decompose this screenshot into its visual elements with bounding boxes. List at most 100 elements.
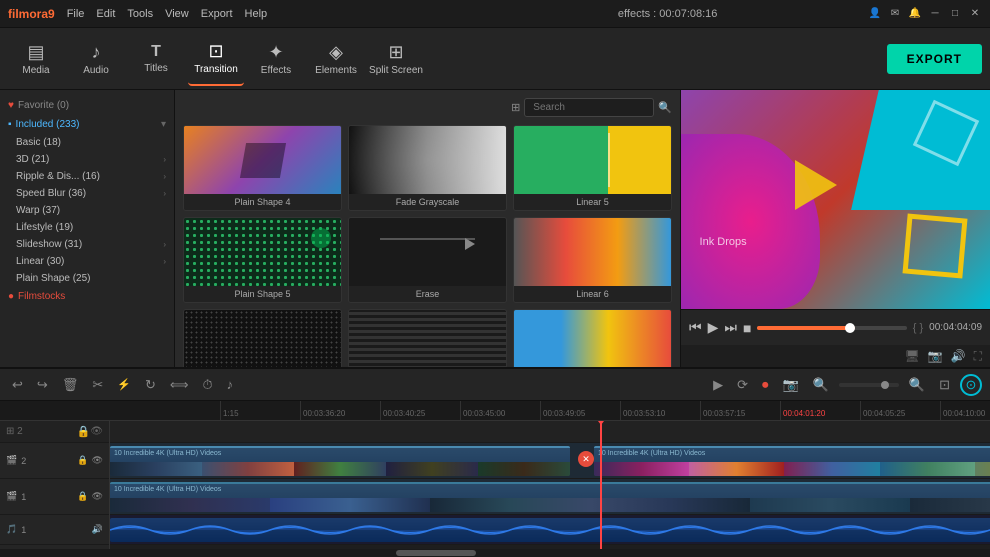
effect-fade-grayscale[interactable]: Fade Grayscale (348, 125, 507, 211)
prev-frame-btn[interactable]: ⏮ (689, 319, 702, 336)
tool-titles[interactable]: T Titles (128, 32, 184, 86)
search-input[interactable] (524, 98, 654, 117)
track-2-eye[interactable]: 👁 (92, 455, 103, 466)
track-2-lock[interactable]: 🔒 (77, 455, 88, 466)
menu-help[interactable]: Help (245, 8, 268, 20)
effect-color-1[interactable] (513, 309, 672, 367)
category-plainshape[interactable]: Plain Shape (25) (0, 270, 174, 287)
effect-erase[interactable]: Erase (348, 217, 507, 303)
account-icon[interactable]: 👤 (868, 7, 882, 21)
clip-track2-1[interactable]: 10 Incredible 4K (Ultra HD) Videos (110, 446, 570, 476)
effect-dots-1[interactable] (183, 309, 342, 367)
category-3d[interactable]: 3D (21)› (0, 151, 174, 168)
tool-transition[interactable]: ⊡ Transition (188, 32, 244, 86)
delete-btn[interactable]: 🗑 (58, 375, 83, 395)
close-btn[interactable]: ✕ (968, 7, 982, 21)
zoom-out-btn[interactable]: 🔍 (809, 375, 833, 395)
preview-fullscreen-icon[interactable]: ⛶ (974, 349, 982, 364)
category-basic[interactable]: Basic (18) (0, 134, 174, 151)
preview-camera-icon[interactable]: 📷 (928, 349, 943, 363)
tool-audio[interactable]: ♪ Audio (68, 32, 124, 86)
mirror-btn[interactable]: ⟺ (166, 375, 193, 395)
category-speedblur[interactable]: Speed Blur (36)› (0, 185, 174, 202)
menu-view[interactable]: View (165, 8, 189, 20)
effect-linear-5[interactable]: Linear 5 (513, 125, 672, 211)
track-1-eye[interactable]: 👁 (92, 491, 103, 502)
undo-btn[interactable]: ↩ (8, 375, 27, 395)
record-circle-btn[interactable]: ⊙ (960, 374, 982, 396)
menu-export[interactable]: Export (201, 8, 233, 20)
audio-btn[interactable]: ♪ (223, 375, 238, 394)
next-frame-btn[interactable]: ⏭ (724, 319, 737, 336)
tool-effects[interactable]: ✦ Effects (248, 32, 304, 86)
clip-track1-1[interactable]: 10 Incredible 4K (Ultra HD) Videos (110, 482, 990, 512)
clip-track2-2[interactable]: 10 Incredible 4K (Ultra HD) Videos (594, 446, 990, 476)
track-audio-mute[interactable]: 🔊 (92, 524, 103, 535)
menu-tools[interactable]: Tools (127, 8, 153, 20)
effect-plain-shape-5[interactable]: Plain Shape 5 (183, 217, 342, 303)
elements-icon: ◈ (329, 42, 343, 63)
preview-monitor-icon[interactable]: 🖥 (904, 349, 919, 363)
bell-icon[interactable]: 🔔 (908, 7, 922, 21)
menu-edit[interactable]: Edit (96, 8, 115, 20)
ruler-mark-6: 00:03:57:15 (700, 401, 780, 420)
category-slideshow[interactable]: Slideshow (31)› (0, 236, 174, 253)
lock-icon-2[interactable]: 🔒 (77, 425, 91, 438)
cut-btn[interactable]: ✂ (88, 375, 107, 395)
category-linear[interactable]: Linear (30)› (0, 253, 174, 270)
mail-icon[interactable]: ✉ (888, 7, 902, 21)
timeline-scrollbar[interactable] (0, 549, 990, 557)
effect-plain-shape-4-label: Plain Shape 4 (184, 194, 341, 210)
grid-icon[interactable]: ⊞ (511, 101, 520, 114)
ruler-mark-4: 00:03:49:05 (540, 401, 620, 420)
play-tl-btn[interactable]: ▶ (709, 375, 727, 395)
record-btn[interactable]: ⏺ (758, 375, 773, 395)
add-track-btn[interactable]: ⊞ 2 (6, 426, 23, 437)
thumb-lines-1 (349, 310, 506, 367)
thumb-color-1 (514, 310, 671, 367)
heart-icon: ♥ (8, 100, 14, 111)
category-ripple[interactable]: Ripple & Dis... (16)› (0, 168, 174, 185)
menu-file[interactable]: File (67, 8, 85, 20)
scrollbar-thumb[interactable] (396, 550, 476, 556)
tool-media[interactable]: ▤ Media (8, 32, 64, 86)
main-area: ♥ Favorite (0) ▪ Included (233) ▾ Basic … (0, 90, 990, 367)
track-1-num: 1 (21, 492, 26, 502)
snapshot-btn[interactable]: 📷 (779, 375, 803, 395)
redo-btn[interactable]: ↪ (33, 375, 52, 395)
search-icon[interactable]: 🔍 (658, 101, 672, 114)
progress-bar[interactable] (757, 326, 906, 330)
filmstocks-section[interactable]: ● Filmstocks (0, 287, 174, 306)
minimize-btn[interactable]: ─ (928, 7, 942, 21)
maximize-btn[interactable]: □ (948, 7, 962, 21)
tool-elements[interactable]: ◈ Elements (308, 32, 364, 86)
fit-btn[interactable]: ⊡ (935, 375, 954, 395)
preview-volume-icon[interactable]: 🔊 (951, 349, 966, 363)
effect-linear-6[interactable]: Linear 6 (513, 217, 672, 303)
filmstocks-label: Filmstocks (18, 291, 65, 302)
favorite-section[interactable]: ♥ Favorite (0) (0, 96, 174, 115)
audio-clip-1[interactable] (110, 518, 990, 542)
effect-lines-1[interactable] (348, 309, 507, 367)
category-warp[interactable]: Warp (37) (0, 202, 174, 219)
speed-btn[interactable]: ⏱ (198, 375, 216, 395)
loop-btn[interactable]: ⟳ (733, 375, 752, 395)
eye-icon-2[interactable]: 👁 (90, 426, 103, 437)
included-section[interactable]: ▪ Included (233) ▾ (0, 115, 174, 134)
track-1-lock[interactable]: 🔒 (77, 491, 88, 502)
zoom-in-btn[interactable]: 🔍 (905, 375, 929, 395)
effect-plain-shape-4[interactable]: Plain Shape 4 (183, 125, 342, 211)
ruler-mark-9: 00:04:10:00 (940, 401, 990, 420)
category-lifestyle[interactable]: Lifestyle (19) (0, 219, 174, 236)
tool-titles-label: Titles (144, 63, 168, 74)
tool-splitscreen[interactable]: ⊞ Split Screen (368, 32, 424, 86)
play-btn[interactable]: ▶ (708, 319, 719, 336)
menu-bar: File Edit Tools View Export Help (67, 8, 468, 20)
rotate-btn[interactable]: ↻ (141, 375, 160, 395)
export-button[interactable]: EXPORT (887, 44, 982, 74)
playhead[interactable] (600, 421, 602, 549)
split-btn[interactable]: ⚡ (113, 376, 135, 393)
tracks-content: 10 Incredible 4K (Ultra HD) Videos ✕ (110, 421, 990, 549)
thumb-plain-shape-5 (184, 218, 341, 286)
stop-btn[interactable]: ■ (743, 320, 751, 336)
